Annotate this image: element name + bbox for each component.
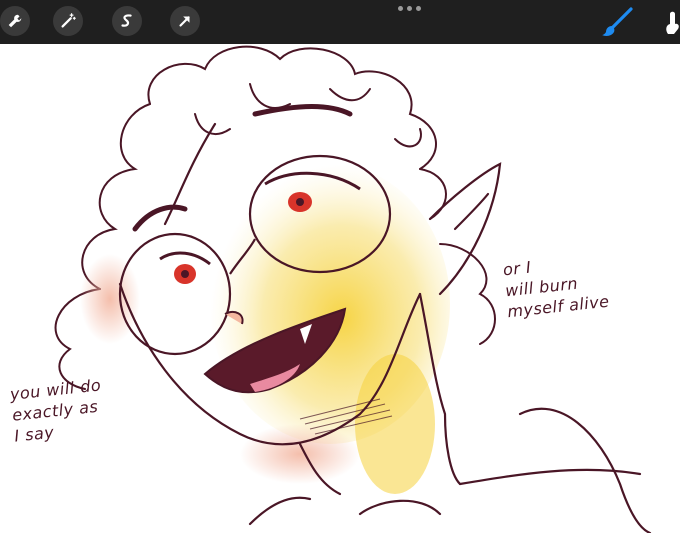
arrow-cursor-icon[interactable]	[170, 6, 200, 36]
wrench-icon[interactable]	[0, 6, 30, 36]
eyebrow-left	[132, 204, 188, 232]
smudge-icon[interactable]	[660, 10, 680, 36]
drawing-canvas[interactable]: you will do exactly as I say or I will b…	[0, 44, 680, 533]
note-right: or I will burn myself alive	[502, 257, 611, 322]
ellipsis-icon[interactable]	[398, 6, 421, 11]
brush-icon[interactable]	[600, 6, 634, 38]
neck-shading	[355, 354, 435, 494]
blush-chin	[240, 424, 360, 484]
app-toolbar	[0, 0, 680, 44]
selection-icon[interactable]	[112, 6, 142, 36]
note-left: you will do exactly as I say	[9, 375, 102, 446]
magic-wand-icon[interactable]	[53, 6, 83, 36]
